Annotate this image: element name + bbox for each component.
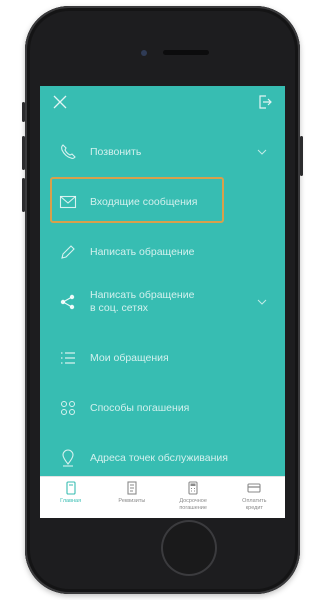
grid-icon (58, 398, 78, 418)
home-card-icon (66, 481, 76, 495)
earpiece-speaker (163, 50, 209, 55)
menu-item-label: Мои обращения (90, 351, 169, 364)
logout-icon[interactable] (257, 94, 273, 110)
pencil-icon (58, 242, 78, 262)
volume-up-button (22, 136, 25, 170)
chevron-down-icon (257, 149, 267, 155)
menu-item-label: Написать обращение (90, 245, 195, 258)
volume-down-button (22, 178, 25, 212)
credit-card-icon (247, 483, 261, 493)
menu-item-label: Адреса точек обслуживания (90, 451, 228, 464)
menu-item-social-request[interactable]: Написать обращение в соц. сетях (40, 282, 285, 322)
menu-item-service-addresses[interactable]: Адреса точек обслуживания (40, 438, 285, 478)
menu-item-label: Позвонить (90, 145, 142, 158)
calculator-icon (188, 481, 198, 495)
menu-item-call[interactable]: Позвонить (40, 132, 285, 172)
menu-item-payment-methods[interactable]: Способы погашения (40, 388, 285, 428)
tab-early-repayment[interactable]: Досрочное погашение (163, 477, 224, 518)
close-icon[interactable] (52, 94, 68, 110)
power-button (300, 136, 303, 176)
tab-label: Реквизиты (118, 498, 146, 504)
phone-icon (58, 142, 78, 162)
tab-pay-credit[interactable]: Оплатить кредит (224, 477, 285, 518)
document-icon (127, 481, 137, 495)
menu-item-label: Написать обращение в соц. сетях (90, 289, 195, 314)
tab-home[interactable]: Главная (40, 477, 101, 518)
share-icon (58, 292, 78, 312)
tab-label: Досрочное погашение (179, 498, 207, 511)
list-icon (58, 348, 78, 368)
tab-label: Главная (60, 498, 82, 504)
menu-item-label: Способы погашения (90, 401, 190, 414)
menu-item-my-requests[interactable]: Мои обращения (40, 338, 285, 378)
home-button[interactable] (161, 520, 217, 576)
mute-switch (22, 102, 25, 122)
chevron-down-icon (257, 299, 267, 305)
tab-bar: Главная Реквизиты Досрочное погашение Оп… (40, 476, 285, 518)
highlight-box (50, 177, 224, 223)
menu-item-write-request[interactable]: Написать обращение (40, 232, 285, 272)
location-icon (58, 448, 78, 468)
tab-requisites[interactable]: Реквизиты (101, 477, 162, 518)
front-camera (141, 50, 147, 56)
app-screen: Позвонить Входящие сообщения Написать об… (40, 86, 285, 518)
tab-label: Оплатить кредит (242, 498, 267, 511)
